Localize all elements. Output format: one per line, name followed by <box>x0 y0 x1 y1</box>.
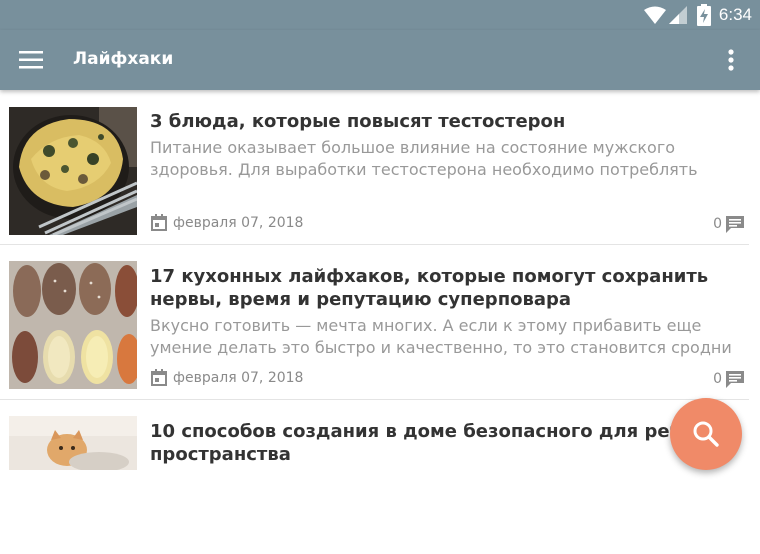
search-fab-button[interactable] <box>670 398 742 470</box>
calendar-icon <box>151 214 167 231</box>
search-icon <box>693 421 719 447</box>
article-card[interactable]: 10 способов создания в доме безопасного … <box>0 400 749 554</box>
status-bar: 6:34 <box>0 0 760 30</box>
article-date-text: февраля 07, 2018 <box>173 215 304 231</box>
signal-icon <box>668 6 687 24</box>
article-card[interactable]: 3 блюда, которые повысят тестостерон Пит… <box>0 90 749 245</box>
article-thumbnail-omelette <box>9 107 137 235</box>
more-vert-icon <box>728 49 734 71</box>
comments-count[interactable]: 0 <box>713 369 745 389</box>
overflow-menu-button[interactable] <box>722 47 740 73</box>
battery-charging-icon <box>696 4 711 26</box>
article-date: февраля 07, 2018 <box>150 214 303 232</box>
article-title[interactable]: 3 блюда, которые повысят тестостерон <box>150 110 742 133</box>
article-excerpt: Питание оказывает большое влияние на сос… <box>150 138 698 179</box>
article-date: февраля 07, 2018 <box>150 369 303 387</box>
page-title: Лайфхаки <box>73 49 174 69</box>
article-thumbnail-kitten <box>9 416 137 470</box>
article-title[interactable]: 17 кухонных лайфхаков, которые помогут с… <box>150 265 742 311</box>
hamburger-menu-button[interactable] <box>16 48 46 72</box>
article-excerpt: Вкусно готовить — мечта многих. А если к… <box>150 316 732 357</box>
comments-count-text: 0 <box>713 371 722 387</box>
toolbar: Лайфхаки <box>0 30 760 90</box>
comments-count-text: 0 <box>713 216 722 232</box>
article-card[interactable]: 17 кухонных лайфхаков, которые помогут с… <box>0 245 749 400</box>
status-icons: 6:34 <box>643 3 752 27</box>
article-title[interactable]: 10 способов создания в доме безопасного … <box>150 420 742 466</box>
calendar-icon <box>151 369 167 386</box>
article-thumbnail-potatoes <box>9 261 137 389</box>
wifi-icon <box>643 6 666 24</box>
comments-count[interactable]: 0 <box>713 214 745 234</box>
hamburger-menu-icon <box>19 51 43 69</box>
article-date-text: февраля 07, 2018 <box>173 370 304 386</box>
clock: 6:34 <box>718 5 752 24</box>
comment-icon <box>726 371 744 388</box>
comment-icon <box>726 216 744 233</box>
